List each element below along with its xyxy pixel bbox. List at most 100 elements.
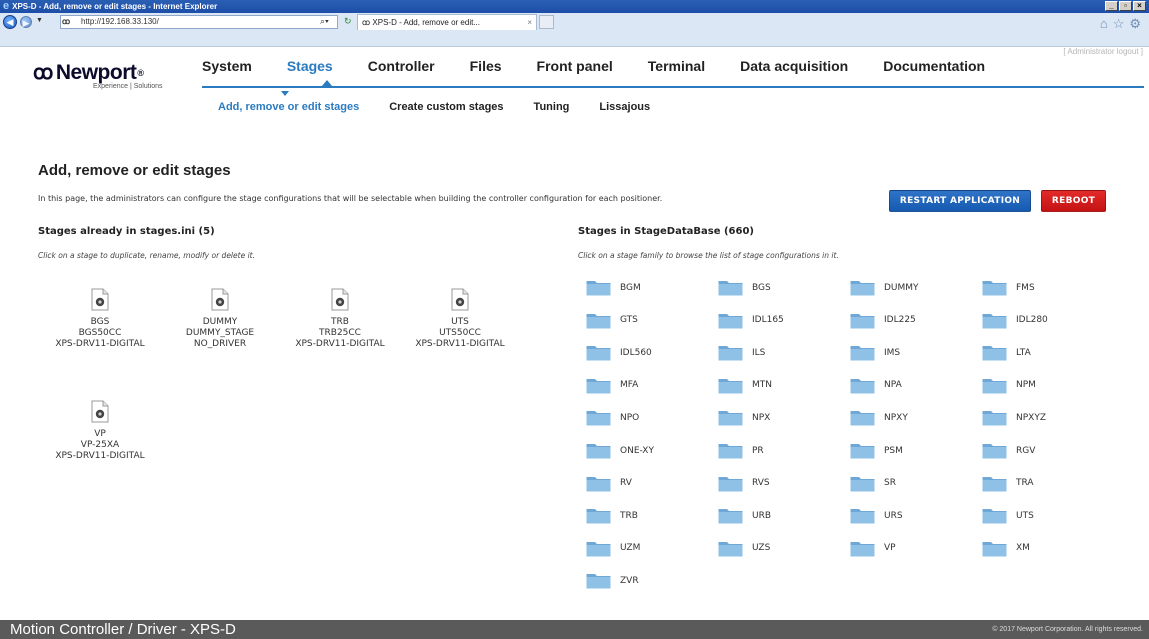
stage-family-item[interactable]: IDL280 <box>982 312 1048 329</box>
stage-family-item[interactable]: NPXY <box>850 409 908 426</box>
folder-icon <box>586 377 611 394</box>
nav-documentation[interactable]: Documentation <box>883 58 985 74</box>
stage-family-label: UZS <box>752 543 771 554</box>
stage-family-item[interactable]: UTS <box>982 507 1034 524</box>
stage-family-item[interactable]: XM <box>982 540 1030 557</box>
nav-data-acquisition[interactable]: Data acquisition <box>740 58 848 74</box>
restart-application-button[interactable]: RESTART APPLICATION <box>889 190 1031 212</box>
maximize-button[interactable]: ▫ <box>1119 1 1132 11</box>
stage-item[interactable]: UTS UTS50CC XPS-DRV11-DIGITAL <box>405 288 515 350</box>
admin-logout-link[interactable]: [ Administrator logout ] <box>1063 47 1143 56</box>
stage-family-item[interactable]: ONE-XY <box>586 442 654 459</box>
stage-family-item[interactable]: BGS <box>718 279 771 296</box>
stage-family-item[interactable]: TRA <box>982 475 1034 492</box>
stage-family-item[interactable]: PR <box>718 442 764 459</box>
tab-title: XPS-D - Add, remove or edit... <box>372 18 480 27</box>
folder-icon <box>850 312 875 329</box>
folder-icon <box>850 344 875 361</box>
home-icon[interactable]: ⌂ <box>1100 16 1108 32</box>
subnav-add-remove-edit[interactable]: Add, remove or edit stages <box>218 101 359 113</box>
subnav-tuning[interactable]: Tuning <box>534 101 570 113</box>
stage-family-item[interactable]: UZS <box>718 540 770 557</box>
stage-family-label: IDL280 <box>1016 315 1048 326</box>
stage-item[interactable]: DUMMY DUMMY_STAGE NO_DRIVER <box>165 288 275 350</box>
subnav-lissajous[interactable]: Lissajous <box>599 101 650 113</box>
stage-family-label: NPA <box>884 380 902 391</box>
stage-family-item[interactable]: DUMMY <box>850 279 919 296</box>
stage-family-item[interactable]: NPM <box>982 377 1036 394</box>
close-button[interactable]: × <box>1133 1 1146 11</box>
tab-favicon-icon: ꝏ <box>362 18 371 27</box>
history-dropdown-icon[interactable]: ▼ <box>36 17 43 24</box>
nav-front-panel[interactable]: Front panel <box>537 58 613 74</box>
stage-name: DUMMY <box>202 317 238 327</box>
stage-family-item[interactable]: NPXYZ <box>982 409 1046 426</box>
stage-family-label: MTN <box>752 380 772 391</box>
folder-icon <box>718 377 743 394</box>
stage-family-item[interactable]: IDL560 <box>586 344 652 361</box>
folder-icon <box>586 312 611 329</box>
stage-family-item[interactable]: NPX <box>718 409 770 426</box>
stage-family-item[interactable]: TRB <box>586 507 638 524</box>
search-icon[interactable]: ⌕▾ <box>320 16 329 27</box>
stage-family-item[interactable]: URB <box>718 507 771 524</box>
stage-item[interactable]: VP VP-25XA XPS-DRV11-DIGITAL <box>45 400 155 462</box>
nav-terminal[interactable]: Terminal <box>648 58 705 74</box>
stage-family-item[interactable]: URS <box>850 507 903 524</box>
stage-item[interactable]: TRB TRB25CC XPS-DRV11-DIGITAL <box>285 288 395 350</box>
nav-files[interactable]: Files <box>470 58 502 74</box>
forward-button[interactable]: ▶ <box>20 16 32 28</box>
stage-family-item[interactable]: IMS <box>850 344 900 361</box>
stage-family-item[interactable]: MTN <box>718 377 772 394</box>
stage-family-item[interactable]: SR <box>850 475 896 492</box>
stage-model: TRB25CC <box>319 328 361 338</box>
stage-family-item[interactable]: PSM <box>850 442 903 459</box>
stage-family-item[interactable]: UZM <box>586 540 640 557</box>
folder-icon <box>982 377 1007 394</box>
tab-close-icon[interactable]: × <box>527 18 532 27</box>
browser-tab[interactable]: ꝏ XPS-D - Add, remove or edit... × <box>357 14 537 30</box>
stage-family-item[interactable]: RV <box>586 475 632 492</box>
folder-icon <box>718 475 743 492</box>
stage-family-label: LTA <box>1016 347 1031 358</box>
stage-family-item[interactable]: ZVR <box>586 572 639 589</box>
favorites-star-icon[interactable]: ☆ <box>1113 16 1125 32</box>
nav-controller[interactable]: Controller <box>368 58 435 74</box>
nav-stages[interactable]: Stages <box>287 58 333 74</box>
stage-family-item[interactable]: FMS <box>982 279 1035 296</box>
settings-gear-icon[interactable]: ⚙ <box>1129 16 1141 32</box>
stage-driver: NO_DRIVER <box>193 339 247 349</box>
stage-family-item[interactable]: BGM <box>586 279 641 296</box>
stage-family-item[interactable]: RVS <box>718 475 770 492</box>
stage-family-item[interactable]: NPA <box>850 377 902 394</box>
folder-icon <box>586 409 611 426</box>
folder-icon <box>982 507 1007 524</box>
stage-family-label: NPO <box>620 412 640 423</box>
minimize-button[interactable]: _ <box>1105 1 1118 11</box>
stage-family-item[interactable]: NPO <box>586 409 639 426</box>
back-button[interactable]: ◀ <box>3 15 17 29</box>
stage-family-label: TRA <box>1016 478 1034 489</box>
compatibility-icon[interactable]: ↻ <box>344 16 352 27</box>
stage-family-item[interactable]: MFA <box>586 377 638 394</box>
stage-family-item[interactable]: ILS <box>718 344 765 361</box>
stage-family-item[interactable]: VP <box>850 540 896 557</box>
address-input[interactable]: http://192.168.33.130/ <box>60 15 338 29</box>
browser-icons: ⌂ ☆ ⚙ <box>1100 16 1141 32</box>
stage-item[interactable]: BGS BGS50CC XPS-DRV11-DIGITAL <box>45 288 155 350</box>
active-subnav-indicator <box>281 91 289 96</box>
nav-system[interactable]: System <box>202 58 252 74</box>
newport-logo[interactable]: ꝏ Newport ® Experience | Solutions <box>33 60 163 91</box>
folder-icon <box>982 409 1007 426</box>
stage-family-item[interactable]: IDL225 <box>850 312 916 329</box>
stage-family-item[interactable]: GTS <box>586 312 638 329</box>
subnav-create-custom[interactable]: Create custom stages <box>389 101 503 113</box>
new-tab-button[interactable] <box>539 15 554 29</box>
folder-icon <box>982 279 1007 296</box>
stage-family-item[interactable]: IDL165 <box>718 312 784 329</box>
folder-icon <box>718 312 743 329</box>
stage-db-hint: Click on a stage family to browse the li… <box>578 251 839 260</box>
stage-family-item[interactable]: LTA <box>982 344 1031 361</box>
reboot-button[interactable]: REBOOT <box>1041 190 1106 212</box>
stage-family-item[interactable]: RGV <box>982 442 1035 459</box>
